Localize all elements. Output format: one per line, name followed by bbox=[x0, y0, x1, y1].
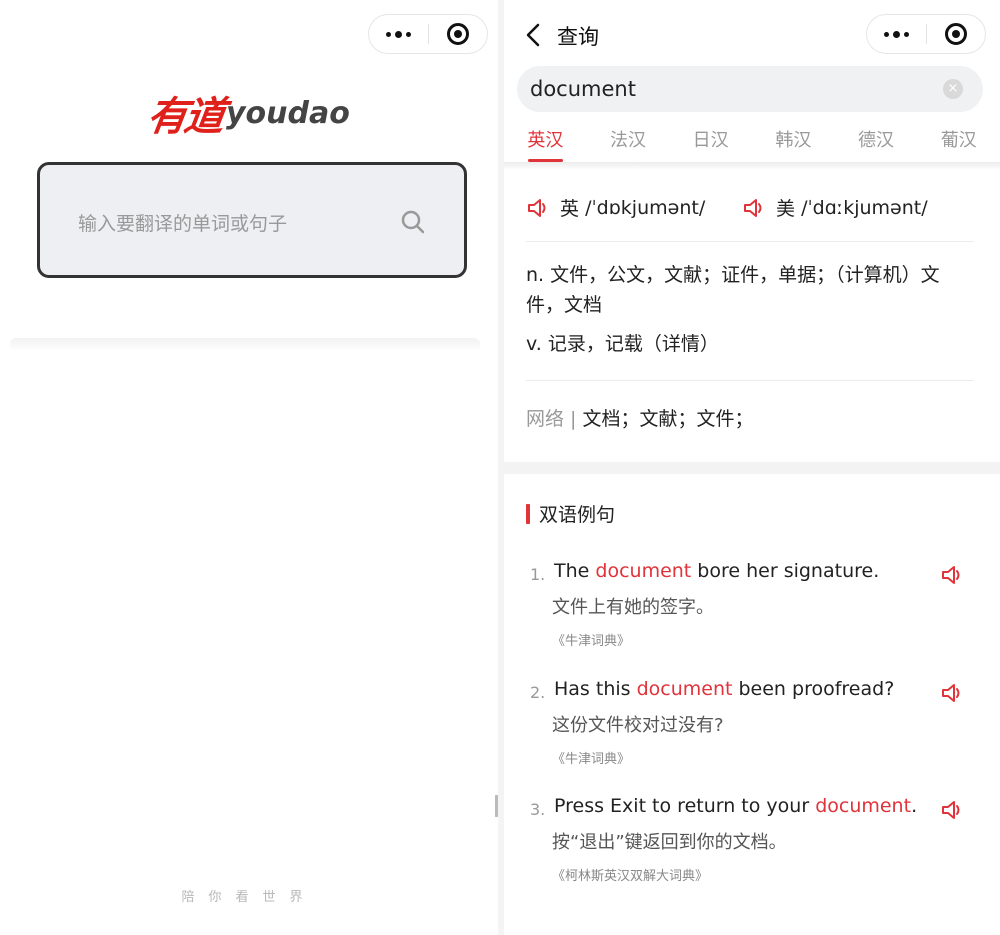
youdao-logo: 有道 youdao bbox=[144, 84, 350, 142]
slogan-text: 陪你看世界 bbox=[181, 890, 317, 905]
phonetic-region: 英 bbox=[560, 198, 580, 220]
search-input[interactable]: 输入要翻译的单词或句子 bbox=[37, 162, 467, 278]
definition-noun: n. 文件，公文，文献；证件，单据；（计算机）文件，文档 bbox=[526, 264, 940, 316]
phonetic-ipa: /ˈdɒkjumənt/ bbox=[585, 196, 706, 219]
search-icon[interactable] bbox=[400, 209, 426, 235]
definition-verb: v. 记录，记载（详情） bbox=[526, 333, 719, 355]
result-panel: 查询 document × 英汉 法汉 日汉 韩汉 德汉 葡汉 英 /ˈdɒkj… bbox=[504, 0, 1000, 935]
example-number: 3. bbox=[530, 800, 546, 819]
phonetic-ipa: /ˈdɑːkjumənt/ bbox=[801, 196, 928, 219]
example-en: Has this document been proofread? bbox=[554, 678, 895, 700]
home-panel: 有道 youdao 输入要翻译的单词或句子 陪你看世界 bbox=[0, 0, 498, 935]
phonetic-region: 美 bbox=[776, 198, 796, 220]
close-target-icon[interactable] bbox=[927, 23, 986, 45]
back-arrow-icon[interactable] bbox=[522, 22, 546, 48]
web-label: 网络 | bbox=[526, 408, 577, 430]
speaker-icon[interactable] bbox=[940, 680, 966, 706]
logo-en: youdao bbox=[226, 95, 350, 131]
example-en: Press Exit to return to your document. bbox=[554, 795, 918, 817]
tab-de-zh[interactable]: 德汉 bbox=[835, 118, 918, 162]
screenshot-root: 有道 youdao 输入要翻译的单词或句子 陪你看世界 查询 document … bbox=[0, 0, 1000, 935]
tab-ja-zh[interactable]: 日汉 bbox=[669, 118, 752, 162]
more-dots-icon[interactable] bbox=[369, 30, 428, 38]
speaker-icon[interactable] bbox=[940, 797, 966, 823]
example-zh: 文件上有她的签字。 bbox=[552, 597, 714, 618]
section-header: 双语例句 bbox=[526, 500, 615, 527]
example-source: 《柯林斯英汉双解大词典》 bbox=[552, 869, 709, 884]
highlight-word: document bbox=[595, 560, 692, 582]
section-title: 双语例句 bbox=[539, 504, 616, 526]
divider-line bbox=[526, 241, 974, 242]
page-title: 查询 bbox=[557, 25, 599, 49]
divider-line bbox=[526, 380, 974, 381]
header-shadow bbox=[10, 338, 480, 352]
miniprogram-capsule bbox=[368, 14, 488, 54]
close-target-icon[interactable] bbox=[429, 23, 488, 45]
example-zh: 按“退出”键返回到你的文档。 bbox=[552, 832, 787, 853]
search-placeholder: 输入要翻译的单词或句子 bbox=[78, 213, 288, 235]
web-definition: 网络 | 文档；文献；文件； bbox=[526, 404, 754, 431]
web-definition-text: 文档；文献；文件； bbox=[582, 408, 754, 430]
highlight-word: document bbox=[815, 795, 912, 817]
highlight-word: document bbox=[636, 678, 733, 700]
tabs-shadow bbox=[504, 162, 1000, 170]
query-value: document bbox=[530, 77, 636, 101]
scroll-marker bbox=[495, 795, 498, 817]
example-source: 《牛津词典》 bbox=[552, 634, 631, 649]
definitions: n. 文件，公文，文献；证件，单据；（计算机）文件，文档 v. 记录，记载（详情… bbox=[526, 260, 976, 359]
dictionary-tabs: 英汉 法汉 日汉 韩汉 德汉 葡汉 bbox=[504, 118, 1000, 162]
example-zh: 这份文件校对过没有? bbox=[552, 715, 724, 736]
phonetic-uk: 英 /ˈdɒkjumənt/ bbox=[526, 194, 705, 221]
section-separator bbox=[504, 462, 1000, 474]
example-source: 《牛津词典》 bbox=[552, 752, 631, 767]
clear-icon[interactable]: × bbox=[943, 79, 963, 99]
tab-pt-zh[interactable]: 葡汉 bbox=[917, 118, 1000, 162]
miniprogram-capsule-right bbox=[866, 14, 986, 54]
section-accent-bar bbox=[526, 503, 530, 524]
example-en: The document bore her signature. bbox=[554, 560, 880, 582]
tab-ko-zh[interactable]: 韩汉 bbox=[752, 118, 835, 162]
speaker-icon[interactable] bbox=[526, 195, 552, 221]
example-number: 2. bbox=[530, 683, 546, 702]
speaker-icon[interactable] bbox=[940, 562, 966, 588]
phonetic-us: 美 /ˈdɑːkjumənt/ bbox=[742, 194, 928, 221]
tab-en-zh[interactable]: 英汉 bbox=[504, 118, 587, 162]
tab-fr-zh[interactable]: 法汉 bbox=[587, 118, 670, 162]
more-dots-icon[interactable] bbox=[867, 30, 926, 38]
query-input[interactable]: document × bbox=[517, 66, 983, 112]
example-number: 1. bbox=[530, 565, 546, 584]
logo-cn: 有道 bbox=[144, 93, 225, 140]
speaker-icon[interactable] bbox=[742, 195, 768, 221]
